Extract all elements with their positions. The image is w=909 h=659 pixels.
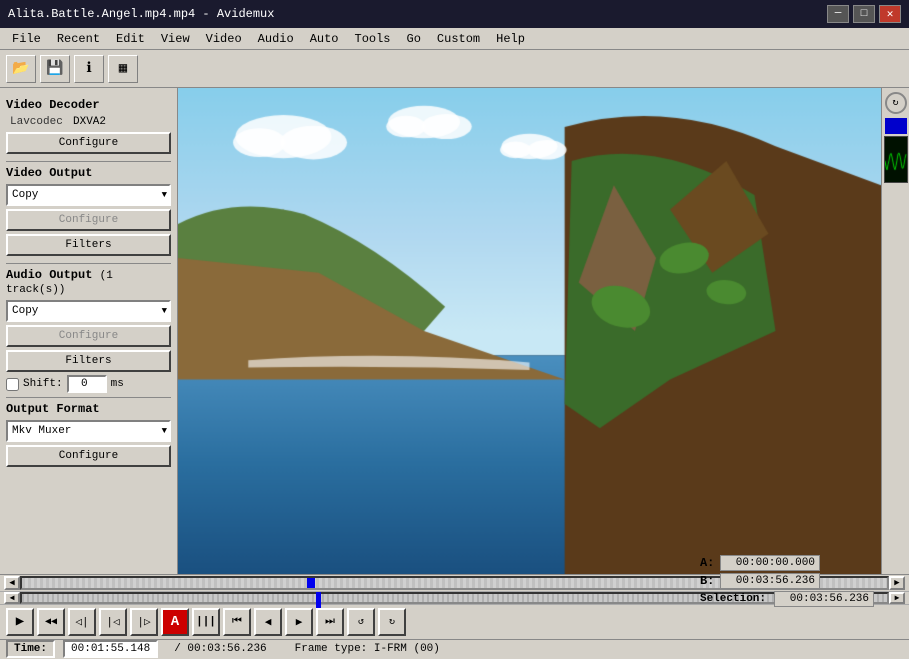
cycle-button[interactable]: ↻ [885, 92, 907, 114]
menu-item-auto[interactable]: Auto [302, 30, 347, 48]
next-frame-button[interactable]: ▶ [285, 608, 313, 636]
maximize-button[interactable]: □ [853, 5, 875, 23]
time-label: Time: [6, 640, 55, 658]
save-button[interactable]: 💾 [40, 55, 70, 83]
audio-codec-select-wrapper[interactable]: Copy AAC MP3 AC3 [6, 300, 171, 322]
selection-label: Selection: [700, 593, 766, 605]
video-codec-select-wrapper[interactable]: Copy MPEG-4 AVC MPEG-4 ASP FFV1 [6, 184, 171, 206]
left-panel: Video Decoder Lavcodec DXVA2 Configure V… [0, 88, 178, 574]
video-output-title: Video Output [6, 166, 171, 180]
right-panel: ↻ [881, 88, 909, 574]
mark-b-button[interactable]: ||| [192, 608, 220, 636]
shift-checkbox[interactable] [6, 378, 19, 391]
goto-b-button[interactable]: ↻ [378, 608, 406, 636]
play-button[interactable]: ▶ [6, 608, 34, 636]
prev-keyframe-button[interactable]: ⏮ [223, 608, 251, 636]
scrollbar-thumb[interactable] [307, 578, 315, 588]
b-label: B: [700, 574, 716, 588]
video-output-filters-button[interactable]: Filters [6, 234, 171, 256]
ab-display: A: 00:00:00.000 B: 00:03:56.236 Selectio… [700, 555, 874, 607]
window-title: Alita.Battle.Angel.mp4.mp4 - Avidemux [8, 7, 274, 21]
step-back-button[interactable]: ◁| [68, 608, 96, 636]
menu-item-go[interactable]: Go [399, 30, 429, 48]
menu-item-tools[interactable]: Tools [347, 30, 399, 48]
audio-output-filters-button[interactable]: Filters [6, 350, 171, 372]
current-time: 00:01:55.148 [63, 640, 158, 658]
total-time: / 00:03:56.236 [174, 643, 266, 655]
bottom-area: ◀ ▶ ◀ ▶ A: 00:00:00.000 B: 00:03:56.236 … [0, 574, 909, 659]
video-output-configure-button[interactable]: Configure [6, 209, 171, 231]
menu-item-file[interactable]: File [4, 30, 49, 48]
frame-type: Frame type: I-FRM (00) [295, 643, 440, 655]
main-area: Video Decoder Lavcodec DXVA2 Configure V… [0, 88, 909, 574]
timeline-scroll-right2[interactable]: ▶ [889, 592, 905, 604]
lavcodec-label: Lavcodec [10, 116, 65, 128]
menu-item-help[interactable]: Help [488, 30, 533, 48]
shift-input[interactable] [67, 375, 107, 393]
goto-a-button[interactable]: ↺ [347, 608, 375, 636]
lavcodec-value: DXVA2 [73, 116, 106, 128]
menu-bar: FileRecentEditViewVideoAudioAutoToolsGoC… [0, 28, 909, 50]
video-decoder-section: Video Decoder Lavcodec DXVA2 Configure [6, 98, 171, 157]
audio-scope [884, 136, 908, 183]
output-format-select-wrapper[interactable]: Mkv Muxer MP4 Muxer AVI Muxer [6, 420, 171, 442]
audio-output-title: Audio Output (1 track(s)) [6, 268, 171, 296]
a-value: 00:00:00.000 [720, 555, 820, 571]
title-bar: Alita.Battle.Angel.mp4.mp4 - Avidemux ─ … [0, 0, 909, 28]
audio-output-configure-button[interactable]: Configure [6, 325, 171, 347]
output-format-select[interactable]: Mkv Muxer MP4 Muxer AVI Muxer [6, 420, 171, 442]
video-canvas [178, 88, 881, 574]
toolbar: 📂 💾 ℹ ▦ [0, 50, 909, 88]
video-decoder-title: Video Decoder [6, 98, 171, 112]
prev-frame-button[interactable]: ◀ [254, 608, 282, 636]
lavcodec-row: Lavcodec DXVA2 [6, 116, 171, 128]
menu-item-edit[interactable]: Edit [108, 30, 153, 48]
video-decoder-configure-button[interactable]: Configure [6, 132, 171, 154]
output-format-section: Output Format Mkv Muxer MP4 Muxer AVI Mu… [6, 402, 171, 470]
output-format-configure-button[interactable]: Configure [6, 445, 171, 467]
minimize-button[interactable]: ─ [827, 5, 849, 23]
menu-item-video[interactable]: Video [198, 30, 250, 48]
step-fwd-button[interactable]: |▷ [130, 608, 158, 636]
audio-output-section: Audio Output (1 track(s)) Copy AAC MP3 A… [6, 268, 171, 393]
video-codec-select[interactable]: Copy MPEG-4 AVC MPEG-4 ASP FFV1 [6, 184, 171, 206]
menu-item-audio[interactable]: Audio [250, 30, 302, 48]
timeline-cursor [316, 592, 321, 608]
b-point-row: B: 00:03:56.236 [700, 573, 874, 589]
a-label: A: [700, 556, 716, 570]
selection-value: 00:03:56.236 [774, 591, 874, 607]
timeline-scroll-left2[interactable]: ◀ [4, 592, 20, 604]
shift-label: Shift: [23, 378, 63, 390]
shift-row: Shift: ms [6, 375, 171, 393]
open-button[interactable]: 📂 [6, 55, 36, 83]
next-keyframe-button[interactable]: ⏭ [316, 608, 344, 636]
menu-item-recent[interactable]: Recent [49, 30, 108, 48]
video-area [178, 88, 881, 574]
window-controls: ─ □ ✕ [827, 5, 901, 23]
rewind-button[interactable]: ◀◀ [37, 608, 65, 636]
a-point-row: A: 00:00:00.000 [700, 555, 874, 571]
shift-unit: ms [111, 378, 124, 390]
audio-codec-select[interactable]: Copy AAC MP3 AC3 [6, 300, 171, 322]
output-format-title: Output Format [6, 402, 171, 416]
menu-item-view[interactable]: View [153, 30, 198, 48]
film-button[interactable]: ▦ [108, 55, 138, 83]
playback-bar: ▶ ◀◀ ◁| |◁ |▷ A ||| ⏮ ◀ ▶ ⏭ ↺ ↻ [0, 605, 909, 639]
info-button[interactable]: ℹ [74, 55, 104, 83]
mini-blue-bar [885, 118, 907, 134]
status-bar: Time: 00:01:55.148 / 00:03:56.236 Frame … [0, 639, 909, 659]
timeline-scroll-right[interactable]: ▶ [889, 576, 905, 590]
selection-row: Selection: 00:03:56.236 [700, 591, 874, 607]
video-output-section: Video Output Copy MPEG-4 AVC MPEG-4 ASP … [6, 166, 171, 259]
close-button[interactable]: ✕ [879, 5, 901, 23]
menu-item-custom[interactable]: Custom [429, 30, 488, 48]
mark-a-button[interactable]: A [161, 608, 189, 636]
b-value: 00:03:56.236 [720, 573, 820, 589]
timeline-scroll-left[interactable]: ◀ [4, 576, 20, 590]
step-back2-button[interactable]: |◁ [99, 608, 127, 636]
